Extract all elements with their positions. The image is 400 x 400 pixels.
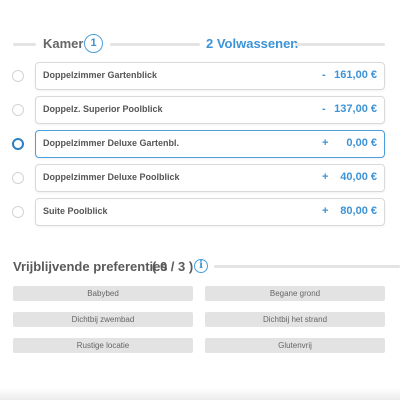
preference-near-beach-button[interactable]: Dichtbij het strand [205,312,385,327]
room-option-card[interactable]: Suite Poolblick + 80,00 € [35,198,385,226]
room-option-row: Doppelzimmer Gartenblick - 161,00 € [0,62,400,90]
price-sign: - [322,69,326,81]
preference-near-pool-button[interactable]: Dichtbij zwembad [13,312,193,327]
price-sign: + [322,171,329,183]
preference-quiet-location-button[interactable]: Rustige locatie [13,338,193,353]
price-value: 0,00 € [346,137,377,149]
room-option-radio[interactable] [12,70,24,82]
room-option-name: Doppelz. Superior Poolblick [43,104,163,114]
room-option-card[interactable]: Doppelzimmer Deluxe Poolblick + 40,00 € [35,164,385,192]
room-option-card[interactable]: Doppelzimmer Gartenblick - 161,00 € [35,62,385,90]
room-option-radio-selected[interactable] [12,138,24,150]
divider-line [295,43,385,46]
preference-babybed-button[interactable]: Babybed [13,286,193,301]
room-option-radio[interactable] [12,206,24,218]
price-value: 80,00 € [340,205,377,217]
bottom-divider [0,388,400,400]
preferences-title: Vrijblijvende preferenties [13,259,168,274]
room-label: Kamer [43,36,84,51]
room-header: Kamer 1 2 Volwassenen [0,34,400,54]
price-sign: - [322,103,326,115]
divider-line [110,43,200,46]
adults-count: 2 Volwassenen [206,36,299,51]
room-option-row: Doppelz. Superior Poolblick - 137,00 € [0,96,400,124]
preferences-header: Vrijblijvende preferenties ( 0 / 3 ) i [0,258,400,276]
price-value: 161,00 € [334,69,377,81]
info-icon[interactable]: i [194,259,208,273]
room-option-radio[interactable] [12,104,24,116]
room-option-row: Doppelzimmer Deluxe Gartenbl. + 0,00 € [0,130,400,158]
room-option-name: Suite Poolblick [43,206,108,216]
price-value: 137,00 € [334,103,377,115]
room-option-card[interactable]: Doppelzimmer Deluxe Gartenbl. + 0,00 € [35,130,385,158]
room-option-row: Doppelzimmer Deluxe Poolblick + 40,00 € [0,164,400,192]
room-option-card[interactable]: Doppelz. Superior Poolblick - 137,00 € [35,96,385,124]
room-option-name: Doppelzimmer Deluxe Poolblick [43,172,180,182]
price-sign: + [322,205,329,217]
preference-ground-floor-button[interactable]: Begane grond [205,286,385,301]
price-value: 40,00 € [340,171,377,183]
preference-gluten-free-button[interactable]: Glutenvrij [205,338,385,353]
room-option-radio[interactable] [12,172,24,184]
divider-line [13,43,36,46]
preferences-count: ( 0 / 3 ) [152,259,194,274]
room-number-badge: 1 [84,34,103,53]
room-option-row: Suite Poolblick + 80,00 € [0,198,400,226]
price-sign: + [322,137,329,149]
room-option-name: Doppelzimmer Deluxe Gartenbl. [43,138,180,148]
divider-line [214,265,400,268]
room-option-name: Doppelzimmer Gartenblick [43,70,158,80]
